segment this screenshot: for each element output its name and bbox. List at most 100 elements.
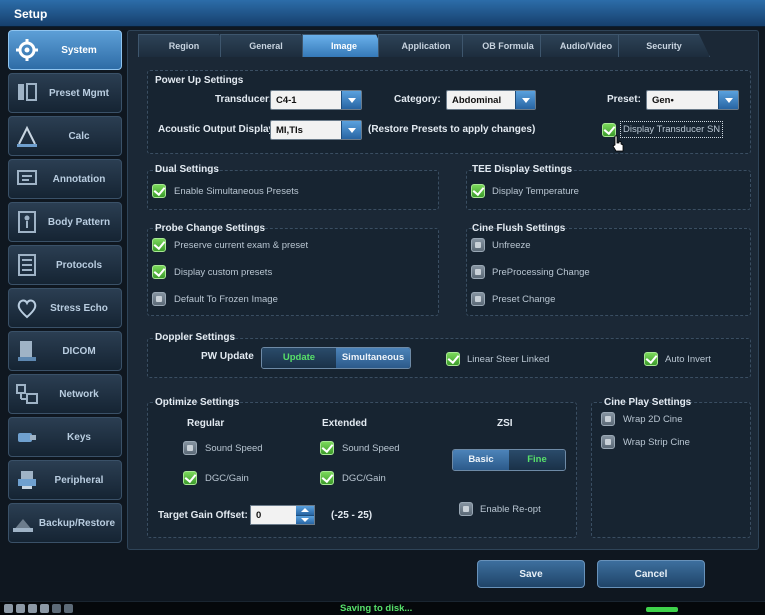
preset-change-label: Preset Change xyxy=(492,294,556,305)
sidebar-item-label: System xyxy=(61,45,97,56)
transducer-select[interactable]: C4-1 xyxy=(270,90,362,110)
sidebar-item-label: Annotation xyxy=(52,174,106,185)
acoustic-output-label: Acoustic Output Display: xyxy=(158,124,278,135)
category-select[interactable]: Abdominal xyxy=(446,90,536,110)
default-frozen-image-checkbox[interactable] xyxy=(152,292,166,306)
sidebar-item-dicom[interactable]: DICOM xyxy=(8,331,122,371)
sidebar-item-stress-echo[interactable]: Stress Echo xyxy=(8,288,122,328)
tee-display-title: TEE Display Settings xyxy=(472,164,573,175)
dicom-icon xyxy=(18,341,36,361)
pw-update-option[interactable]: Update xyxy=(262,348,336,368)
save-button[interactable]: Save xyxy=(477,560,585,588)
wrap-2d-cine-checkbox[interactable] xyxy=(601,412,615,426)
status-icon xyxy=(28,604,37,613)
zsi-label: ZSI xyxy=(497,418,513,429)
enable-simultaneous-checkbox[interactable] xyxy=(152,184,166,198)
pw-update-toggle: Update Simultaneous xyxy=(261,347,411,369)
sidebar-item-keys[interactable]: Keys xyxy=(8,417,122,457)
extended-sound-speed-checkbox[interactable] xyxy=(320,441,334,455)
spinner-up-icon[interactable] xyxy=(296,506,314,515)
acoustic-output-select[interactable]: MI,TIs xyxy=(270,120,362,140)
cine-play-title: Cine Play Settings xyxy=(604,397,692,408)
category-label: Category: xyxy=(394,94,441,105)
sidebar-item-label: Stress Echo xyxy=(50,303,108,314)
restore-note: (Restore Presets to apply changes) xyxy=(368,124,536,135)
dual-settings-title: Dual Settings xyxy=(155,164,219,175)
status-icon xyxy=(4,604,13,613)
sidebar: System Preset Mgmt Calc Annotation Body … xyxy=(8,30,122,550)
enable-reopt-label: Enable Re-opt xyxy=(480,504,541,515)
display-custom-presets-checkbox[interactable] xyxy=(152,265,166,279)
auto-invert-label: Auto Invert xyxy=(665,354,711,365)
tab-general[interactable]: General xyxy=(220,34,312,57)
progress-bar xyxy=(646,607,678,612)
display-transducer-sn-label: Display Transducer SN xyxy=(623,124,721,135)
regular-label: Regular xyxy=(187,418,225,429)
enable-reopt-checkbox[interactable] xyxy=(459,502,473,516)
sidebar-item-label: Network xyxy=(59,389,99,400)
wrap-strip-cine-checkbox[interactable] xyxy=(601,435,615,449)
sidebar-item-body-pattern[interactable]: Body Pattern xyxy=(8,202,122,242)
display-temperature-checkbox[interactable] xyxy=(471,184,485,198)
calc-icon xyxy=(17,125,37,147)
sidebar-item-label: Protocols xyxy=(55,260,103,271)
gear-icon xyxy=(16,39,38,61)
extended-label: Extended xyxy=(322,418,368,429)
sidebar-item-network[interactable]: Network xyxy=(8,374,122,414)
regular-dgc-gain-label: DGC/Gain xyxy=(205,473,249,484)
annotation-icon xyxy=(17,170,37,185)
pw-update-label: PW Update xyxy=(201,351,254,362)
sidebar-item-protocols[interactable]: Protocols xyxy=(8,245,122,285)
target-gain-offset-spinner[interactable]: 0 xyxy=(250,505,315,525)
display-custom-presets-label: Display custom presets xyxy=(174,267,273,278)
keys-icon xyxy=(18,433,36,442)
regular-sound-speed-checkbox[interactable] xyxy=(183,441,197,455)
tab-security[interactable]: Security xyxy=(618,34,710,57)
sidebar-item-backup-restore[interactable]: Backup/Restore xyxy=(8,503,122,543)
preset-change-checkbox[interactable] xyxy=(471,292,485,306)
preset-select[interactable]: Gen• xyxy=(646,90,739,110)
regular-dgc-gain-checkbox[interactable] xyxy=(183,471,197,485)
default-frozen-image-label: Default To Frozen Image xyxy=(174,294,278,305)
cancel-button[interactable]: Cancel xyxy=(597,560,705,588)
preserve-exam-label: Preserve current exam & preset xyxy=(174,240,309,251)
target-gain-offset-label: Target Gain Offset: xyxy=(158,510,248,521)
preprocessing-change-label: PreProcessing Change xyxy=(492,267,590,278)
sidebar-item-system[interactable]: System xyxy=(8,30,122,70)
sidebar-item-label: Preset Mgmt xyxy=(48,88,109,99)
tab-image[interactable]: Image xyxy=(302,34,386,57)
chevron-down-icon xyxy=(515,91,535,109)
body-pattern-icon xyxy=(18,211,36,233)
pw-simultaneous-option[interactable]: Simultaneous xyxy=(336,348,410,368)
linear-steer-linked-checkbox[interactable] xyxy=(446,352,460,366)
wrap-2d-cine-label: Wrap 2D Cine xyxy=(623,414,683,425)
sidebar-item-annotation[interactable]: Annotation xyxy=(8,159,122,199)
chevron-down-icon xyxy=(341,121,361,139)
auto-invert-checkbox[interactable] xyxy=(644,352,658,366)
unfreeze-checkbox[interactable] xyxy=(471,238,485,252)
sidebar-item-calc[interactable]: Calc xyxy=(8,116,122,156)
doppler-title: Doppler Settings xyxy=(155,332,236,343)
sidebar-item-label: Keys xyxy=(67,432,91,443)
target-gain-range: (-25 - 25) xyxy=(331,510,373,521)
sidebar-item-peripheral[interactable]: Peripheral xyxy=(8,460,122,500)
sidebar-item-label: Backup/Restore xyxy=(38,518,116,529)
zsi-basic-option[interactable]: Basic xyxy=(453,450,509,470)
hand-cursor-icon xyxy=(612,135,624,152)
sidebar-item-label: Peripheral xyxy=(54,475,104,486)
status-icon xyxy=(52,604,61,613)
preserve-exam-checkbox[interactable] xyxy=(152,238,166,252)
sidebar-item-label: Calc xyxy=(68,131,90,142)
preprocessing-change-checkbox[interactable] xyxy=(471,265,485,279)
zsi-fine-option[interactable]: Fine xyxy=(509,450,565,470)
unfreeze-label: Unfreeze xyxy=(492,240,531,251)
spinner-down-icon[interactable] xyxy=(296,515,314,524)
peripheral-icon xyxy=(18,471,36,489)
tab-region[interactable]: Region xyxy=(138,34,230,57)
preset-label: Preset: xyxy=(607,94,641,105)
wrap-strip-cine-label: Wrap Strip Cine xyxy=(623,437,690,448)
status-bar: Saving to disk... xyxy=(0,601,765,615)
tab-application[interactable]: Application xyxy=(378,34,474,57)
sidebar-item-preset-mgmt[interactable]: Preset Mgmt xyxy=(8,73,122,113)
extended-dgc-gain-checkbox[interactable] xyxy=(320,471,334,485)
